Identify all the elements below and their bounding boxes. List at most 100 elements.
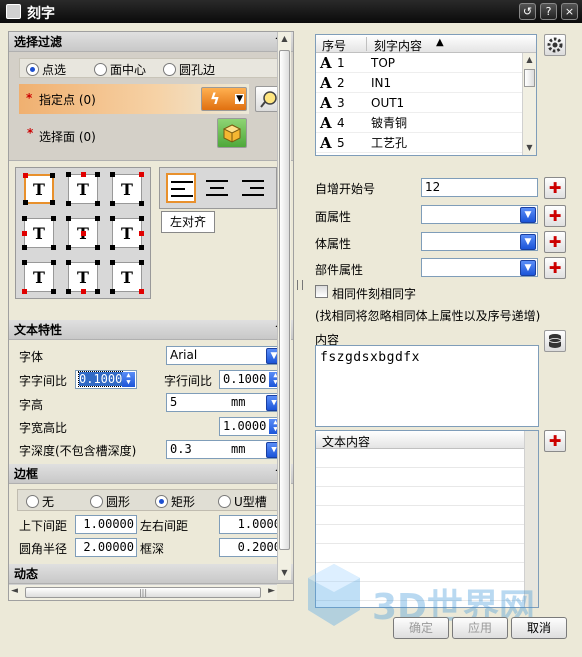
- scroll-up-icon[interactable]: ▲: [278, 32, 291, 46]
- radio-face-center[interactable]: 面中心: [94, 61, 146, 78]
- border-header[interactable]: 边框 ^: [9, 464, 293, 484]
- close-button[interactable]: ×: [561, 3, 578, 20]
- anchor-bottom-center[interactable]: T: [66, 260, 100, 294]
- grip-icon: |||: [138, 588, 148, 597]
- font-select[interactable]: Arial ▼: [166, 346, 284, 365]
- text-props-title: 文本特性: [14, 323, 63, 337]
- face-attr-select[interactable]: ▼: [421, 205, 538, 224]
- body-attr-select[interactable]: ▼: [421, 232, 538, 251]
- line-spacing-input[interactable]: 0.1000 ▲ ▼: [219, 370, 284, 389]
- dynamic-header[interactable]: 动态: [9, 564, 293, 584]
- anchor-bottom-right[interactable]: T: [110, 260, 144, 294]
- part-attr-add-button[interactable]: ✚: [544, 257, 566, 279]
- text-content-add-button[interactable]: ✚: [544, 430, 566, 452]
- anchor-top-left[interactable]: T: [23, 173, 55, 205]
- scroll-thumb[interactable]: [279, 50, 290, 550]
- scroll-right-icon[interactable]: ►: [268, 586, 275, 596]
- auto-start-add-button[interactable]: ✚: [544, 177, 566, 199]
- anchor-middle-left[interactable]: T: [22, 216, 56, 250]
- body-attr-add-button[interactable]: ✚: [544, 231, 566, 253]
- part-attr-select[interactable]: ▼: [421, 258, 538, 277]
- char-spacing-input[interactable]: 0.1000 ▲ ▼: [75, 370, 137, 389]
- radio-hole-edge-label: 圆孔边: [179, 63, 216, 77]
- spin-icon[interactable]: ▲ ▼: [122, 372, 135, 387]
- text-props-header[interactable]: 文本特性 ^: [9, 320, 293, 340]
- ok-button[interactable]: 确定: [393, 617, 449, 639]
- tb-spacing-input[interactable]: 1.00000: [75, 515, 137, 534]
- table-row[interactable]: A 3 OUT1: [316, 93, 522, 113]
- table-scrollbar[interactable]: ▲ ▼: [522, 53, 536, 155]
- anchor-middle-center[interactable]: T: [66, 216, 100, 250]
- help-button[interactable]: ?: [540, 3, 557, 20]
- lr-spacing-input[interactable]: 1.0000: [219, 515, 284, 534]
- text-a-icon: A: [320, 134, 332, 152]
- depth-input[interactable]: 0.3 mm ▼: [166, 440, 284, 459]
- scroll-left-icon[interactable]: ◄: [11, 586, 18, 596]
- apply-button[interactable]: 应用: [452, 617, 508, 639]
- char-spacing-label: 字字间比: [19, 374, 68, 388]
- auto-start-value: 12: [425, 180, 441, 194]
- char-spacing-value: 0.1000: [77, 371, 124, 387]
- left-horizontal-scrollbar[interactable]: ◄ ||| ►: [9, 584, 277, 600]
- col-content-header[interactable]: 刻字内容: [374, 37, 422, 54]
- content-textarea[interactable]: fszgdsxbgdfx: [315, 345, 539, 427]
- align-left-button[interactable]: [166, 173, 196, 203]
- corner-radius-input[interactable]: 2.00000: [75, 538, 137, 557]
- snap-point-button[interactable]: ϟ ▼: [201, 87, 247, 111]
- table-row[interactable]: A 4 铍青铜: [316, 113, 522, 133]
- radio-point-dot: [26, 63, 39, 76]
- anchor-middle-right[interactable]: T: [110, 216, 144, 250]
- same-part-checkbox[interactable]: [315, 285, 328, 298]
- chevron-down-icon[interactable]: ▼: [235, 94, 244, 104]
- cancel-button[interactable]: 取消: [511, 617, 567, 639]
- text-content-scrollbar[interactable]: [524, 431, 538, 607]
- filter-section-header[interactable]: 选择过滤 ^: [9, 32, 293, 52]
- anchor-bottom-left[interactable]: T: [22, 260, 56, 294]
- table-row[interactable]: A 1 TOP: [316, 53, 522, 73]
- database-button[interactable]: [544, 330, 566, 352]
- frame-depth-input[interactable]: 0.2000: [219, 538, 284, 557]
- anchor-top-right[interactable]: T: [110, 172, 144, 206]
- left-panel: 选择过滤 ^ 点选 面中心 圆孔边 * 指定点 (0) ϟ ▼ * 选择面 (0…: [8, 31, 294, 601]
- sort-ascending-icon: ▲: [436, 37, 444, 48]
- anchor-top-center[interactable]: T: [66, 172, 100, 206]
- window-title: 刻字: [27, 6, 55, 22]
- radio-hole-edge[interactable]: 圆孔边: [163, 61, 215, 78]
- reset-button[interactable]: ↺: [519, 3, 536, 20]
- face-attr-add-button[interactable]: ✚: [544, 205, 566, 227]
- scroll-thumb[interactable]: [524, 69, 535, 87]
- radio-circle[interactable]: 圆形: [90, 493, 130, 510]
- chevron-down-icon[interactable]: ▼: [520, 260, 536, 276]
- splitter-handle[interactable]: [297, 280, 303, 290]
- ratio-input[interactable]: 1.0000 ▲ ▼: [219, 417, 284, 436]
- align-right-button[interactable]: [238, 173, 268, 203]
- scroll-up-icon[interactable]: ▲: [523, 53, 536, 67]
- radio-none[interactable]: 无: [26, 493, 54, 510]
- scroll-down-icon[interactable]: ▼: [523, 141, 536, 155]
- text-content-header[interactable]: 文本内容: [316, 431, 528, 449]
- table-row[interactable]: A 2 IN1: [316, 73, 522, 93]
- row-index: 2: [337, 76, 345, 90]
- same-part-label: 相同件刻相同字: [332, 287, 417, 301]
- height-value: 5: [170, 395, 178, 409]
- chevron-down-icon[interactable]: ▼: [520, 207, 536, 223]
- left-vertical-scrollbar[interactable]: ▲ ▼: [277, 32, 291, 580]
- select-face-button[interactable]: [217, 118, 247, 148]
- auto-start-input[interactable]: 12: [421, 178, 538, 197]
- table-row[interactable]: A 5 工艺孔: [316, 133, 522, 153]
- hscroll-thumb[interactable]: |||: [25, 587, 261, 598]
- col-index-header[interactable]: 序号: [322, 37, 346, 54]
- radio-u-slot[interactable]: U型槽: [218, 493, 267, 510]
- settings-button[interactable]: [544, 34, 566, 56]
- font-label: 字体: [19, 350, 44, 364]
- specify-point-row[interactable]: * 指定点 (0) ϟ ▼: [19, 84, 249, 114]
- corner-radius-value: 2.00000: [83, 540, 134, 554]
- dynamic-title: 动态: [14, 567, 39, 581]
- chevron-down-icon[interactable]: ▼: [520, 234, 536, 250]
- align-center-button[interactable]: [202, 173, 232, 203]
- height-input[interactable]: 5 mm ▼: [166, 393, 284, 412]
- scroll-down-icon[interactable]: ▼: [278, 566, 291, 580]
- radio-rect[interactable]: 矩形: [155, 493, 195, 510]
- corner-radius-label: 圆角半径: [19, 542, 68, 556]
- radio-point[interactable]: 点选: [26, 61, 66, 78]
